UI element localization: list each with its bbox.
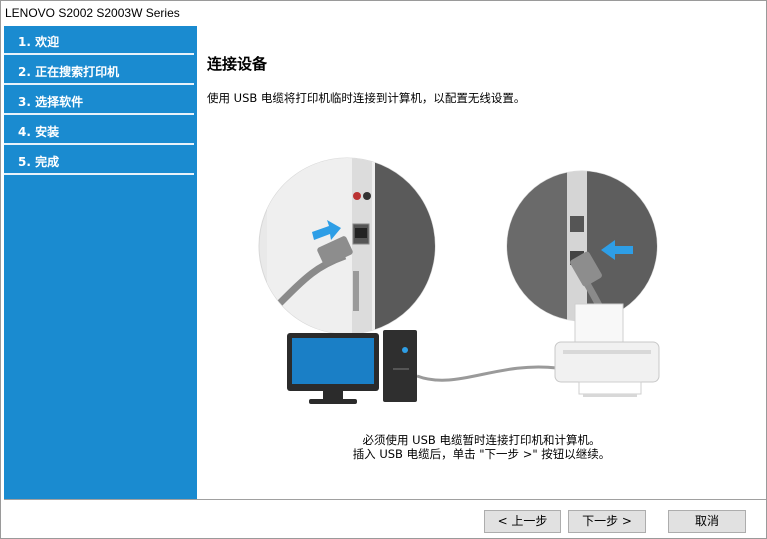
note-line-2: 插入 USB 电缆后，单击 "下一步 >" 按钮以继续。 [352,447,611,461]
computer-icon [287,330,417,404]
step-install: 4. 安装 [4,116,194,145]
computer-port-zoom [258,157,436,335]
printer-port-zoom [506,170,658,322]
window-title: LENOVO S2002 S2003W Series [5,6,180,20]
page-description: 使用 USB 电缆将打印机临时连接到计算机，以配置无线设置。 [207,91,526,105]
step-searching-printer: 2. 正在搜索打印机 [4,56,194,85]
cancel-button[interactable]: 取消 [668,510,746,533]
usb-connection-illustration [258,157,660,404]
footer-divider [4,499,766,500]
step-finish: 5. 完成 [4,146,194,175]
installer-window: LENOVO S2002 S2003W Series 1. 欢迎 2. 正在搜索… [0,0,767,539]
page-title: 连接设备 [207,55,268,73]
main-content: 连接设备 使用 USB 电缆将打印机临时连接到计算机，以配置无线设置。 必须使用… [197,26,766,499]
back-button[interactable]: < 上一步 [484,510,561,533]
step-welcome: 1. 欢迎 [4,26,194,55]
title-bar: LENOVO S2002 S2003W Series [1,1,766,26]
next-button[interactable]: 下一步 > [568,510,646,533]
step-sidebar: 1. 欢迎 2. 正在搜索打印机 3. 选择软件 4. 安装 5. 完成 [4,26,197,499]
step-select-software: 3. 选择软件 [4,86,194,115]
